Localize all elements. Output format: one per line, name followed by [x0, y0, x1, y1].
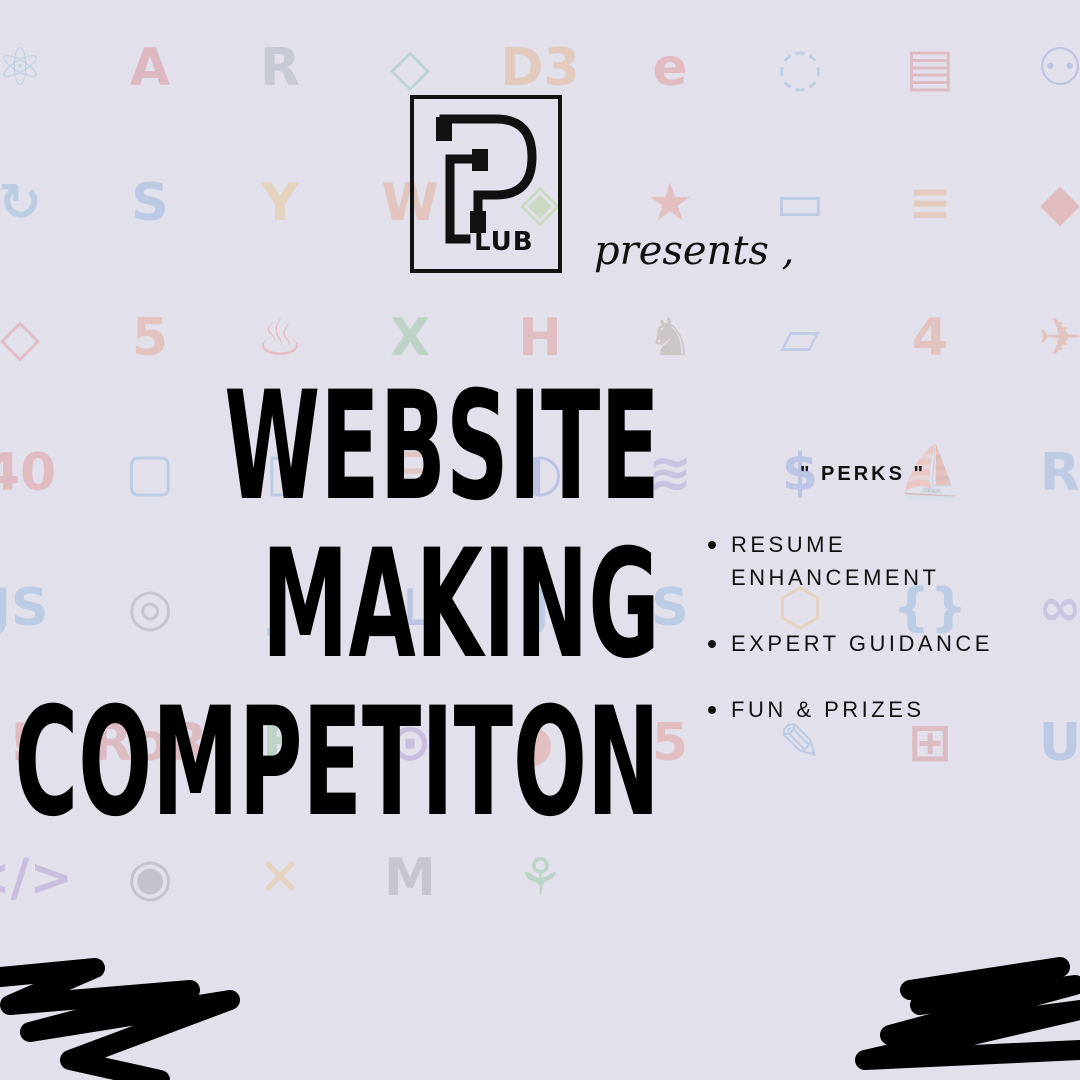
- presents-text: presents ,: [594, 228, 795, 274]
- tablet-icon: ▱: [780, 308, 820, 368]
- refresh-icon: ↻: [0, 173, 42, 233]
- medium-icon: M: [384, 848, 436, 908]
- club-logo: LUB: [410, 95, 562, 273]
- stackoverflow-icon: ≡: [908, 173, 952, 233]
- angular-icon: A: [129, 38, 171, 98]
- four-icon: 4: [911, 308, 949, 368]
- title-line-3: COMPETITON: [14, 676, 660, 850]
- react-icon: ⚛: [0, 38, 44, 98]
- event-title: WEBSITE MAKING COMPETITON: [15, 368, 660, 842]
- title-line-2: MAKING: [262, 518, 660, 692]
- ruby-icon: ◇: [0, 308, 40, 368]
- title-line-1: WEBSITE: [224, 360, 661, 534]
- r-icon: R: [1039, 443, 1080, 503]
- logo-text: LUB: [474, 227, 534, 257]
- yarn-icon: Y: [261, 173, 299, 233]
- database-icon: ▤: [905, 38, 955, 98]
- cross-icon: ✕: [258, 848, 302, 908]
- eclipse-icon: ◉: [127, 848, 173, 908]
- perk-item: RESUME ENHANCEMENT: [706, 528, 1046, 594]
- perk-item: EXPERT GUIDANCE: [706, 627, 1046, 660]
- mongodb-icon: ⚘: [516, 848, 564, 908]
- code-icon: </>: [0, 848, 74, 908]
- html5-icon: 5: [131, 308, 169, 368]
- postgres-icon: ⚇: [1036, 38, 1080, 98]
- r-lang-icon: R: [259, 38, 301, 98]
- brush-stroke-right: [855, 957, 1080, 1070]
- perk-item: FUN & PRIZES: [706, 693, 1046, 726]
- sync-icon: ◌: [777, 38, 823, 98]
- perks-list: RESUME ENHANCEMENT EXPERT GUIDANCE FUN &…: [706, 528, 1046, 759]
- swift-icon: ✈: [1038, 308, 1080, 368]
- sass-icon: S: [131, 173, 169, 233]
- git-icon: ◆: [1040, 173, 1080, 233]
- brush-stroke-left: [0, 958, 240, 1080]
- ember-icon: e: [652, 38, 688, 98]
- perks-heading: " PERKS ": [800, 463, 926, 485]
